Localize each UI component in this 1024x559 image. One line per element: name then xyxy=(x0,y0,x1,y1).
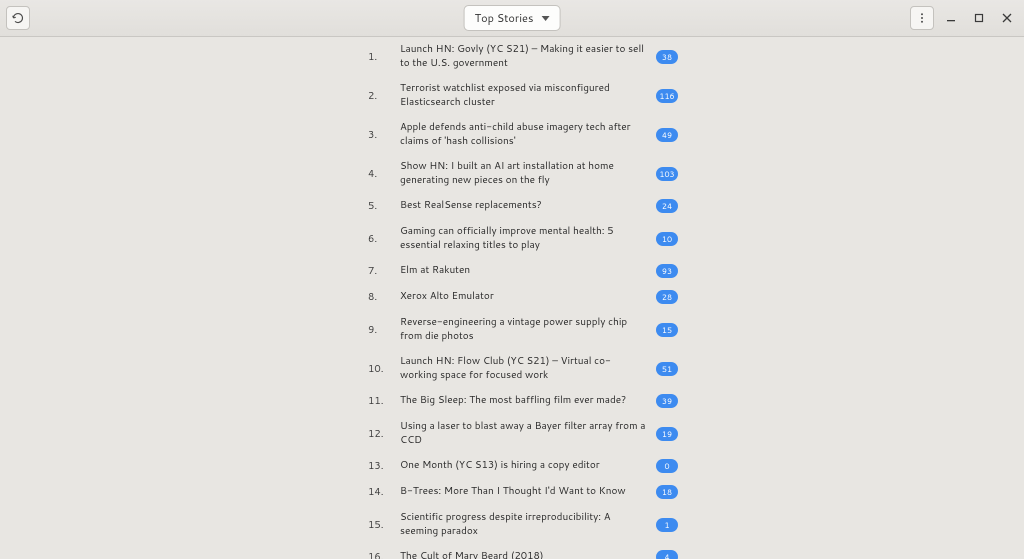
story-index: 15. xyxy=(368,518,390,532)
story-row: 14. B-Trees: More Than I Thought I'd Want… xyxy=(368,479,678,505)
story-index: 5. xyxy=(368,199,390,213)
comment-count-badge[interactable]: 0 xyxy=(656,459,678,473)
comment-count-badge[interactable]: 1 xyxy=(656,518,678,532)
comment-count-badge[interactable]: 103 xyxy=(656,167,678,181)
comment-count-badge[interactable]: 10 xyxy=(656,232,678,246)
story-row: 5. Best RealSense replacements? 24 xyxy=(368,193,678,219)
comment-count-badge[interactable]: 18 xyxy=(656,485,678,499)
window-close[interactable] xyxy=(996,7,1018,29)
menu-button[interactable] xyxy=(910,6,934,30)
story-row: 4. Show HN: I built an AI art installatio… xyxy=(368,154,678,193)
story-row: 3. Apple defends anti-child abuse imagery… xyxy=(368,115,678,154)
story-row: 9. Reverse-engineering a vintage power su… xyxy=(368,310,678,349)
story-index: 16. xyxy=(368,550,390,559)
comment-count-badge[interactable]: 51 xyxy=(656,362,678,376)
story-list: 1. Launch HN: Govly (YC S21) – Making it … xyxy=(368,37,678,559)
story-row: 2. Terrorist watchlist exposed via miscon… xyxy=(368,76,678,115)
minimize-icon xyxy=(946,13,956,23)
chevron-down-icon xyxy=(541,16,549,21)
refresh-button[interactable] xyxy=(6,6,30,30)
story-index: 14. xyxy=(368,485,390,499)
comment-count-badge[interactable]: 116 xyxy=(656,89,678,103)
story-row: 12. Using a laser to blast away a Bayer f… xyxy=(368,414,678,453)
story-index: 13. xyxy=(368,459,390,473)
story-title[interactable]: B-Trees: More Than I Thought I'd Want to… xyxy=(400,485,646,499)
window-maximize[interactable] xyxy=(968,7,990,29)
section-dropdown[interactable]: Top Stories xyxy=(464,5,561,31)
story-title[interactable]: The Cult of Mary Beard (2018) xyxy=(400,550,646,559)
comment-count-badge[interactable]: 49 xyxy=(656,128,678,142)
story-index: 8. xyxy=(368,290,390,304)
story-title[interactable]: Elm at Rakuten xyxy=(400,264,646,278)
story-title[interactable]: Terrorist watchlist exposed via misconfi… xyxy=(400,82,646,109)
story-row: 16. The Cult of Mary Beard (2018) 4 xyxy=(368,544,678,559)
story-row: 15. Scientific progress despite irreprodu… xyxy=(368,505,678,544)
comment-count-badge[interactable]: 38 xyxy=(656,50,678,64)
story-row: 8. Xerox Alto Emulator 28 xyxy=(368,284,678,310)
story-index: 9. xyxy=(368,323,390,337)
titlebar: Top Stories xyxy=(0,0,1024,37)
story-index: 2. xyxy=(368,89,390,103)
comment-count-badge[interactable]: 15 xyxy=(656,323,678,337)
comment-count-badge[interactable]: 24 xyxy=(656,199,678,213)
story-row: 1. Launch HN: Govly (YC S21) – Making it … xyxy=(368,37,678,76)
story-index: 1. xyxy=(368,50,390,64)
comment-count-badge[interactable]: 4 xyxy=(656,550,678,559)
story-index: 12. xyxy=(368,427,390,441)
story-row: 7. Elm at Rakuten 93 xyxy=(368,258,678,284)
story-title[interactable]: Using a laser to blast away a Bayer filt… xyxy=(400,420,646,447)
story-title[interactable]: Gaming can officially improve mental hea… xyxy=(400,225,646,252)
content-area: 1. Launch HN: Govly (YC S21) – Making it … xyxy=(0,37,1024,559)
window-minimize[interactable] xyxy=(940,7,962,29)
story-title[interactable]: Xerox Alto Emulator xyxy=(400,290,646,304)
refresh-icon xyxy=(12,12,24,24)
maximize-icon xyxy=(974,13,984,23)
comment-count-badge[interactable]: 28 xyxy=(656,290,678,304)
story-row: 13. One Month (YC S13) is hiring a copy e… xyxy=(368,453,678,479)
story-title[interactable]: Scientific progress despite irreproducib… xyxy=(400,511,646,538)
story-row: 11. The Big Sleep: The most baffling film… xyxy=(368,388,678,414)
story-title[interactable]: One Month (YC S13) is hiring a copy edit… xyxy=(400,459,646,473)
story-title[interactable]: Best RealSense replacements? xyxy=(400,199,646,213)
story-title[interactable]: Apple defends anti-child abuse imagery t… xyxy=(400,121,646,148)
story-row: 10. Launch HN: Flow Club (YC S21) – Virtu… xyxy=(368,349,678,388)
story-title[interactable]: The Big Sleep: The most baffling film ev… xyxy=(400,394,646,408)
comment-count-badge[interactable]: 39 xyxy=(656,394,678,408)
story-title[interactable]: Launch HN: Flow Club (YC S21) – Virtual … xyxy=(400,355,646,382)
story-index: 6. xyxy=(368,232,390,246)
close-icon xyxy=(1002,13,1012,23)
story-index: 4. xyxy=(368,167,390,181)
story-index: 3. xyxy=(368,128,390,142)
story-index: 7. xyxy=(368,264,390,278)
story-index: 10. xyxy=(368,362,390,376)
comment-count-badge[interactable]: 19 xyxy=(656,427,678,441)
story-index: 11. xyxy=(368,394,390,408)
dropdown-label: Top Stories xyxy=(475,10,534,26)
comment-count-badge[interactable]: 93 xyxy=(656,264,678,278)
story-title[interactable]: Reverse-engineering a vintage power supp… xyxy=(400,316,646,343)
story-title[interactable]: Show HN: I built an AI art installation … xyxy=(400,160,646,187)
story-row: 6. Gaming can officially improve mental h… xyxy=(368,219,678,258)
story-title[interactable]: Launch HN: Govly (YC S21) – Making it ea… xyxy=(400,43,646,70)
kebab-menu-icon xyxy=(916,12,928,24)
